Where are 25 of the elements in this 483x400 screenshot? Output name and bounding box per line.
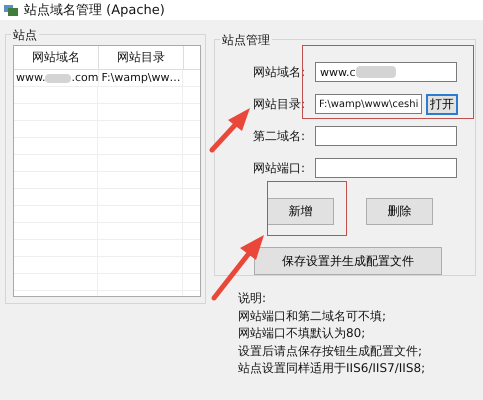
site-row[interactable]: www. .com F:\wamp\ww… — [14, 70, 200, 87]
open-button[interactable]: 打开 — [426, 94, 458, 114]
input-field[interactable]: www.c — [315, 62, 457, 82]
input-field[interactable]: F:\wamp\www\ceshi — [315, 94, 422, 114]
save-button[interactable]: 保存设置并生成配置文件 — [254, 247, 442, 275]
field-label: 网站端口: — [252, 160, 305, 176]
table-cell: F:\wamp\ww… — [99, 70, 183, 86]
app-icon — [4, 4, 18, 16]
table-cell: www. .com — [14, 70, 100, 86]
column-header[interactable]: 网站目录 — [99, 46, 184, 69]
input-field[interactable] — [315, 158, 457, 178]
note-text: 网站端口不填默认为80; — [238, 325, 366, 342]
input-field[interactable] — [315, 126, 457, 146]
window-title: 站点域名管理 (Apache) — [24, 2, 165, 19]
field-label: 第二域名: — [252, 128, 305, 144]
group-title: 站点管理 — [220, 32, 272, 49]
group-title: 站点 — [11, 27, 39, 44]
column-header[interactable]: 网站域名 — [14, 46, 99, 69]
action-button[interactable]: 新增 — [267, 198, 334, 225]
note-text: 说明: — [238, 290, 268, 307]
note-text: 站点设置同样适用于IIS6/IIS7/IIS8; — [238, 360, 426, 377]
note-text: 网站端口和第二域名可不填; — [238, 308, 388, 324]
arrow — [210, 108, 250, 152]
note-text: 设置后请点保存按钮生成配置文件; — [238, 342, 424, 360]
action-button[interactable]: 删除 — [366, 198, 433, 225]
